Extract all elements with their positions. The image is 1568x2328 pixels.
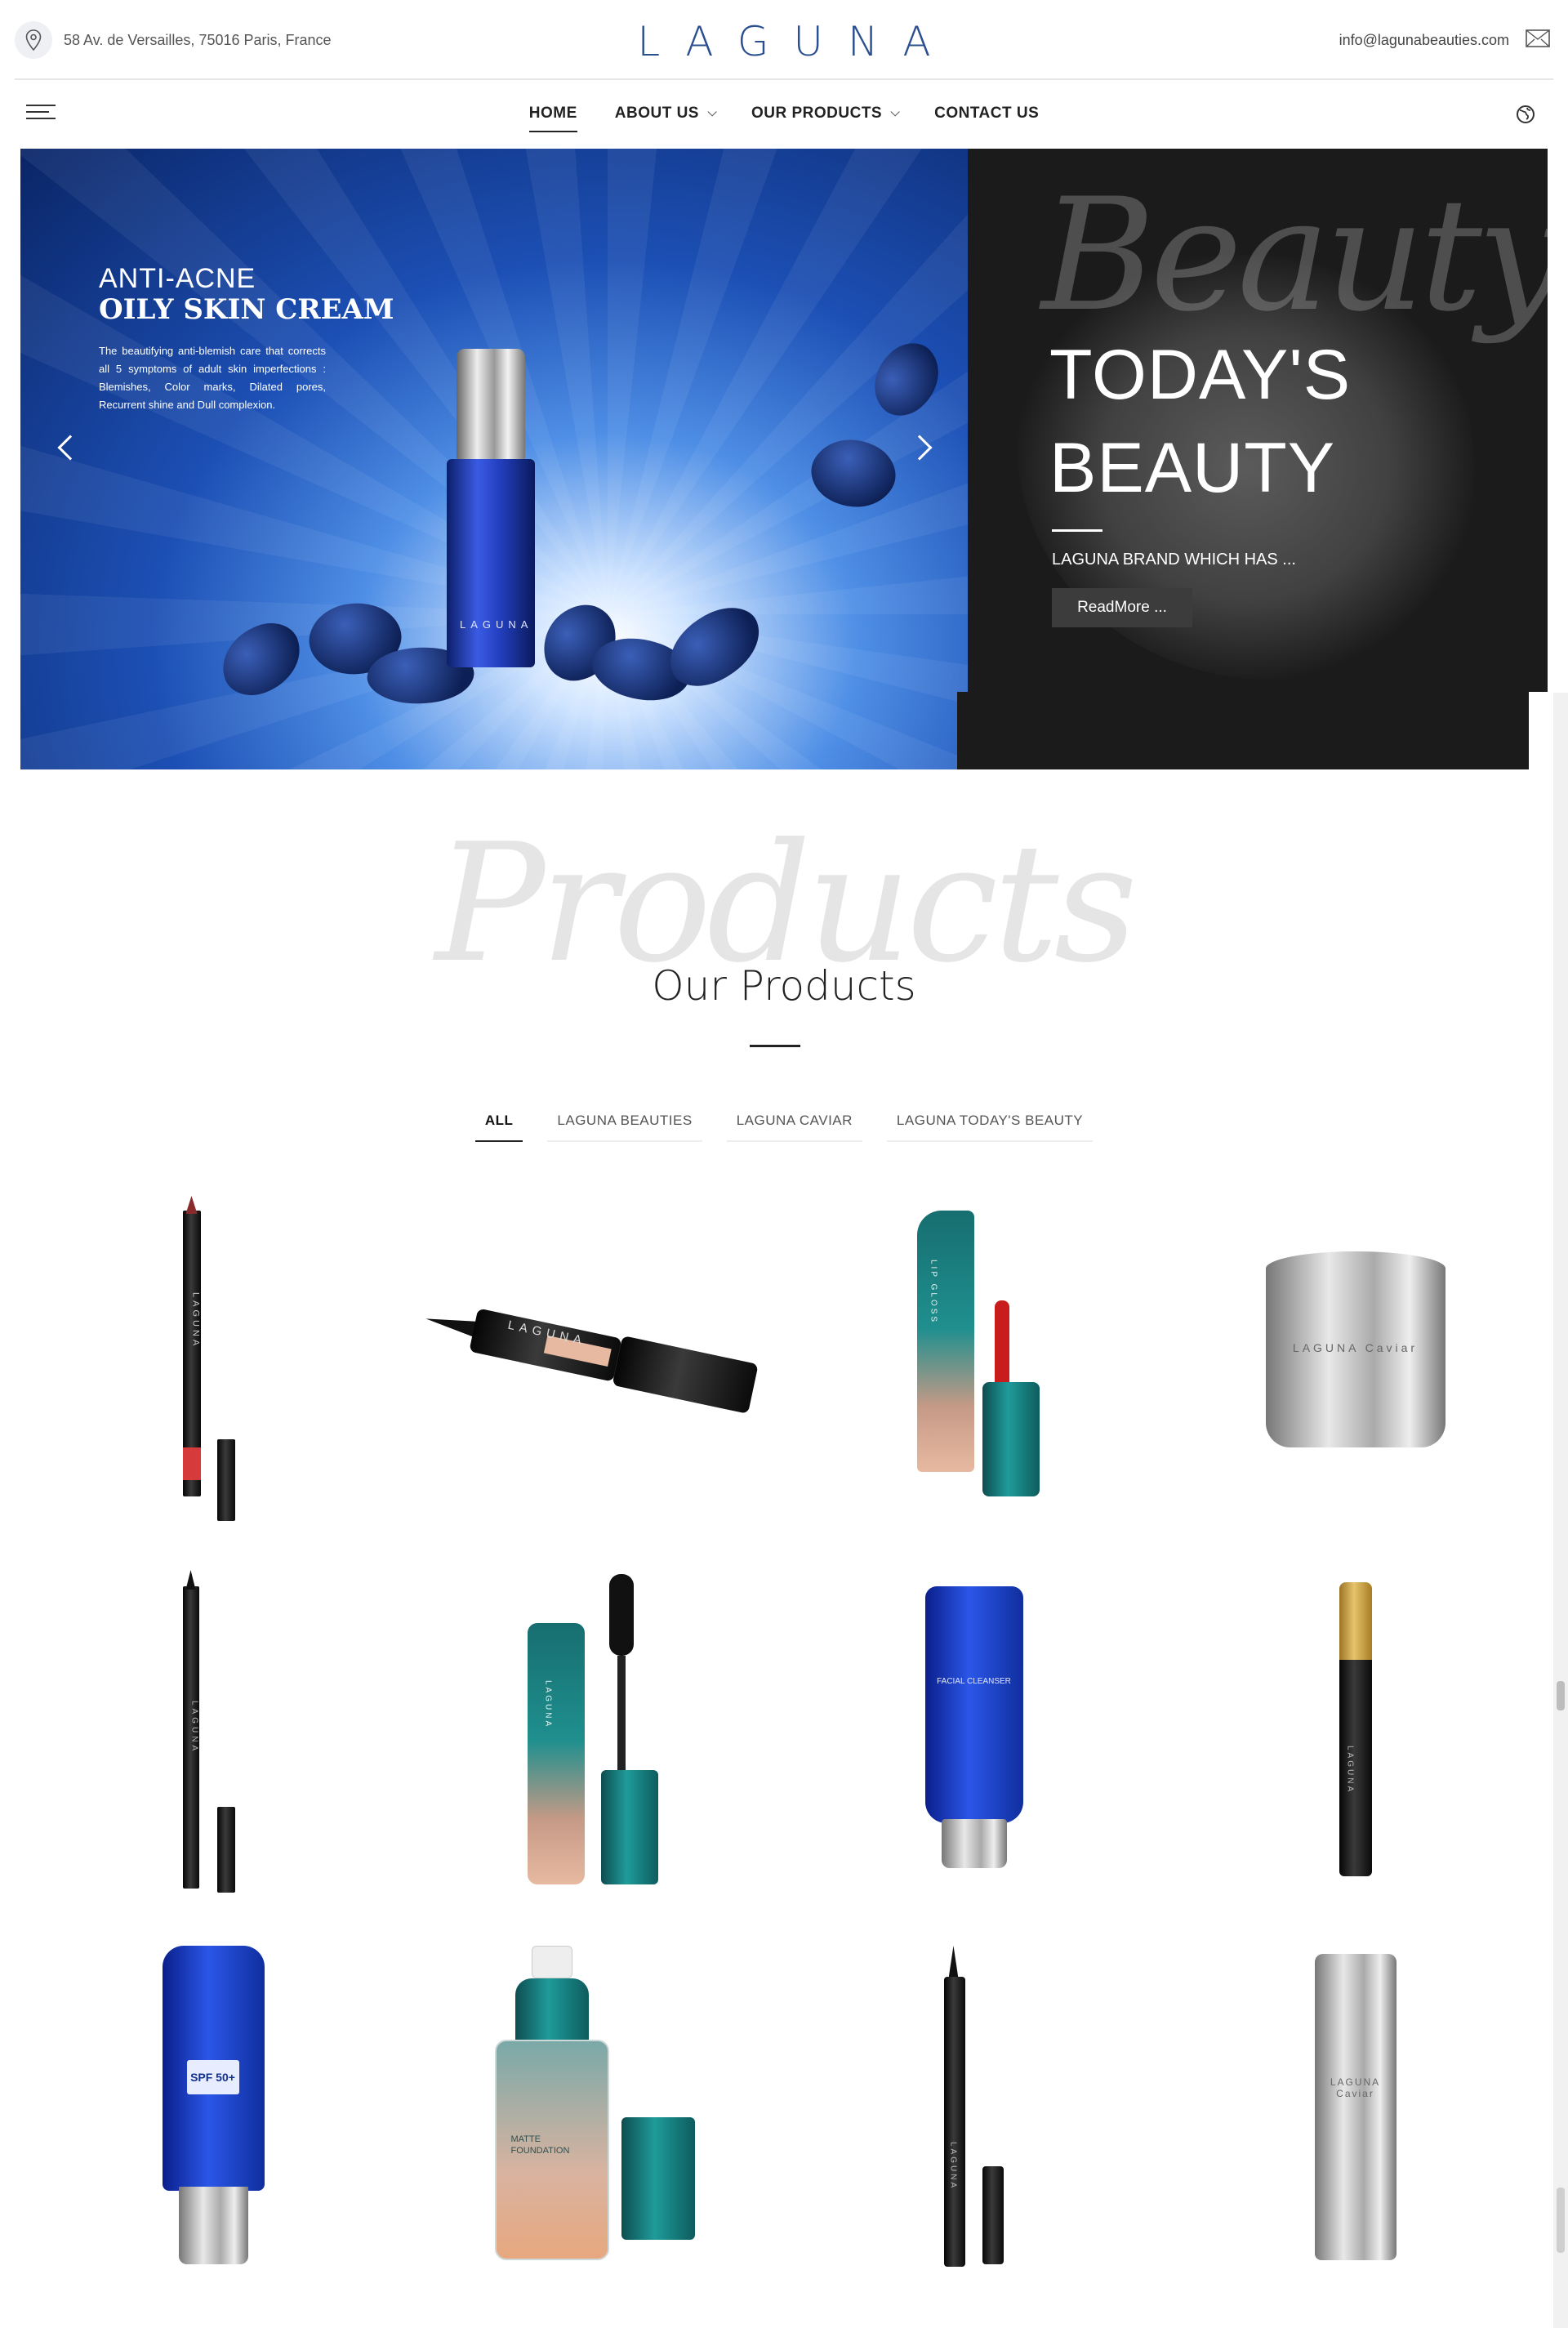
main-nav: HOME ABOUT US OUR PRODUCTS CONTACT US xyxy=(0,80,1568,149)
slide-body: The beautifying anti-blemish care that c… xyxy=(99,345,326,411)
filter-tab-laguna-beauties[interactable]: LAGUNA BEAUTIES xyxy=(547,1109,702,1142)
product-label: LIP GLOSS xyxy=(929,1260,938,1325)
top-bar: 58 Av. de Versailles, 75016 Paris, Franc… xyxy=(0,0,1568,80)
panel-title: TODAY'S BEAUTY xyxy=(1049,328,1351,515)
panel-title-line-1: TODAY'S xyxy=(1049,336,1352,414)
scrollbar-thumb[interactable] xyxy=(1557,1681,1565,1710)
cream-bottle-image: LAGUNA xyxy=(447,349,535,667)
email-link[interactable]: info@lagunabeauties.com xyxy=(1339,32,1509,49)
caviar-cream-jar-image: LAGUNA Caviar xyxy=(1262,1235,1450,1480)
product-card-lip-liner[interactable]: LAGUNA xyxy=(20,1186,402,1529)
product-card-concealer[interactable]: LAGUNA xyxy=(1165,1562,1546,1905)
product-label: LAGUNA xyxy=(189,1701,199,1755)
product-card-caviar-cream[interactable]: LAGUNA Caviar xyxy=(1165,1186,1546,1529)
envelope-icon[interactable] xyxy=(1526,29,1550,51)
product-label: FACIAL CLEANSER xyxy=(937,1677,1011,1686)
product-card-facial-cleanser[interactable]: FACIAL CLEANSER xyxy=(783,1562,1165,1905)
hero-slider: ANTI-ACNE OILY SKIN CREAM The beautifyin… xyxy=(20,149,1548,769)
facial-cleanser-tube-image: FACIAL CLEANSER xyxy=(917,1586,1031,1880)
product-filter-tabs: ALL LAGUNA BEAUTIES LAGUNA CAVIAR LAGUNA… xyxy=(0,1109,1568,1142)
read-more-button[interactable]: ReadMore ... xyxy=(1052,588,1192,627)
concealer-pen-image: LAGUNA xyxy=(1323,1582,1388,1884)
section-title: Our Products xyxy=(652,962,916,1010)
caviar-serum-image: LAGUNA Caviar xyxy=(1307,1954,1405,2264)
product-label: LAGUNA xyxy=(1345,1746,1355,1795)
nav-label: OUR PRODUCTS xyxy=(751,105,883,122)
product-card-eyeliner-pencil[interactable]: LAGUNA xyxy=(20,1562,402,1905)
nav-item-home[interactable]: HOME xyxy=(528,105,577,132)
nav-item-about-us[interactable]: ABOUT US xyxy=(614,105,717,132)
email-block[interactable]: info@lagunabeauties.com xyxy=(1339,29,1550,51)
liquid-eyeliner-image: LAGUNA xyxy=(929,1946,1019,2272)
panel-title-line-2: BEAUTY xyxy=(1049,429,1336,507)
hero-slide-image: ANTI-ACNE OILY SKIN CREAM The beautifyin… xyxy=(20,149,968,769)
product-label: LAGUNA xyxy=(948,2142,958,2191)
nav-label: ABOUT US xyxy=(614,105,699,122)
page-scrollbar[interactable] xyxy=(1553,693,1568,2328)
brand-logo[interactable]: LAGUNA xyxy=(0,18,1568,65)
product-label: MATTE FOUNDATION xyxy=(510,2134,570,2156)
panel-footer xyxy=(957,692,1529,769)
product-label: LAGUNA xyxy=(190,1292,201,1349)
section-title-divider xyxy=(750,1045,800,1047)
globe-icon[interactable] xyxy=(1516,105,1535,128)
filter-tab-laguna-caviar[interactable]: LAGUNA CAVIAR xyxy=(726,1109,862,1142)
eyeliner-pencil-image: LAGUNA xyxy=(167,1570,256,1897)
scrollbar-thumb[interactable] xyxy=(1557,2188,1565,2253)
nav-label: CONTACT US xyxy=(934,105,1040,122)
lip-gloss-image: LIP GLOSS xyxy=(893,1211,1056,1505)
hero-text-panel: Beauty TODAY'S BEAUTY LAGUNA BRAND WHICH… xyxy=(968,149,1548,692)
product-label: SPF 50+ xyxy=(186,2060,239,2094)
nav-menu: HOME ABOUT US OUR PRODUCTS CONTACT US xyxy=(0,105,1568,132)
slide-copy: ANTI-ACNE OILY SKIN CREAM The beautifyin… xyxy=(99,263,394,414)
product-label: LAGUNA Caviar xyxy=(1330,2076,1381,2099)
product-card-sunscreen[interactable]: SPF 50+ xyxy=(20,1938,402,2281)
nav-item-contact-us[interactable]: CONTACT US xyxy=(934,105,1039,132)
product-card-eyeliner-stamp[interactable]: LAGUNA xyxy=(402,1186,783,1529)
chevron-down-icon xyxy=(890,107,900,117)
filter-tab-all[interactable]: ALL xyxy=(474,1109,523,1142)
product-label: LAGUNA Caviar xyxy=(1292,1341,1419,1354)
nav-item-our-products[interactable]: OUR PRODUCTS xyxy=(751,105,900,132)
filter-tab-laguna-todays-beauty[interactable]: LAGUNA TODAY'S BEAUTY xyxy=(886,1109,1094,1142)
slide-line-1: ANTI-ACNE xyxy=(99,263,256,294)
slide-line-2: OILY SKIN CREAM xyxy=(99,293,394,326)
product-card-matte-foundation[interactable]: MATTE FOUNDATION xyxy=(402,1938,783,2281)
matte-foundation-image: MATTE FOUNDATION xyxy=(479,1946,707,2272)
eyeliner-stamp-image: LAGUNA xyxy=(413,1266,773,1449)
nav-label: HOME xyxy=(528,105,577,122)
lip-liner-image: LAGUNA xyxy=(167,1194,256,1521)
panel-divider xyxy=(1052,529,1102,532)
product-label: LAGUNA xyxy=(543,1680,553,1729)
bottle-label: LAGUNA xyxy=(460,618,533,631)
mascara-image: LAGUNA xyxy=(511,1574,675,1893)
panel-script-watermark: Beauty xyxy=(1041,165,1548,346)
panel-subtitle: LAGUNA BRAND WHICH HAS ... xyxy=(1052,551,1296,569)
product-card-lip-gloss[interactable]: LIP GLOSS xyxy=(783,1186,1165,1529)
product-card-mascara[interactable]: LAGUNA xyxy=(402,1562,783,1905)
sunscreen-cream-image: SPF 50+ xyxy=(154,1946,269,2272)
product-card-caviar-serum[interactable]: LAGUNA Caviar xyxy=(1165,1938,1546,2281)
product-card-liquid-eyeliner[interactable]: LAGUNA xyxy=(783,1938,1165,2281)
chevron-down-icon xyxy=(707,107,717,117)
